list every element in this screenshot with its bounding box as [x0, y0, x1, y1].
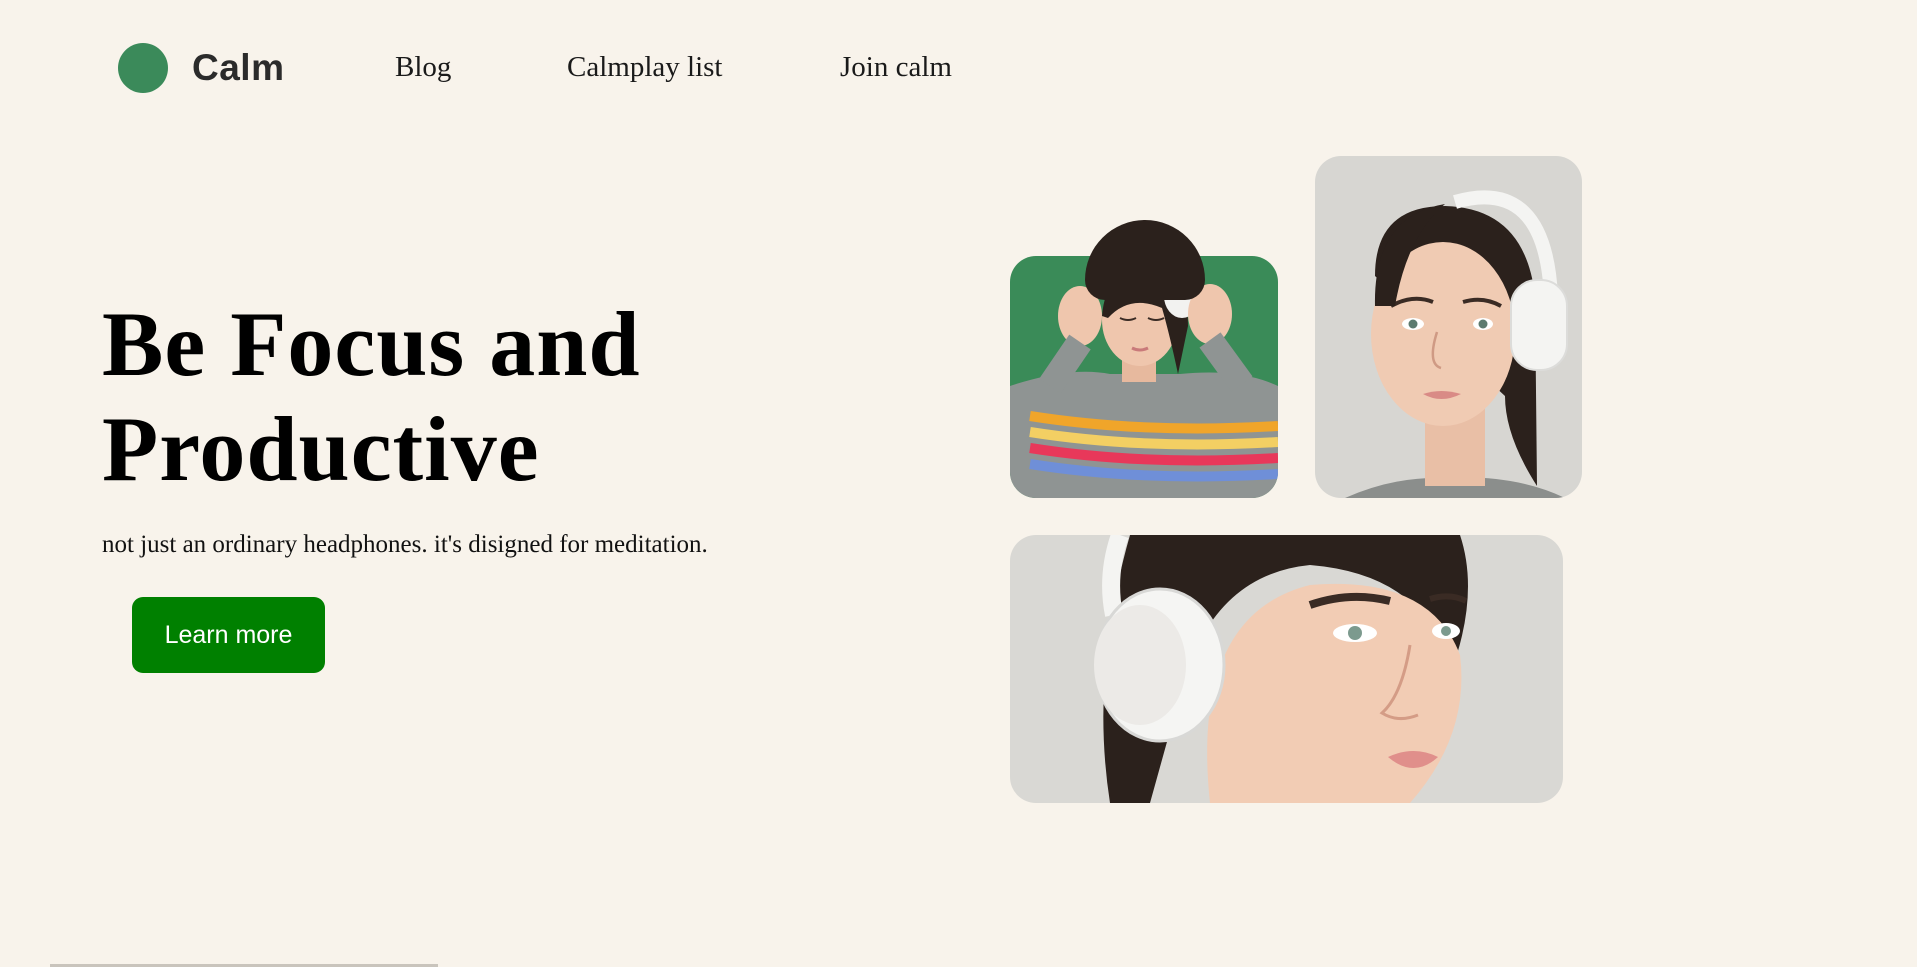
logo-link[interactable]: Calm: [118, 43, 284, 93]
hero-title-line-1: Be Focus and: [102, 293, 641, 395]
photo-woman-profile: [1315, 156, 1582, 498]
hero-subtitle: not just an ordinary headphones. it's di…: [102, 531, 708, 558]
learn-more-button[interactable]: Learn more: [132, 597, 325, 673]
logo-circle-icon: [118, 43, 168, 93]
nav-link-join-calm[interactable]: Join calm: [840, 51, 952, 84]
woman-profile-image: [1345, 190, 1568, 498]
woman-closeup-image: [1094, 535, 1468, 803]
hero-title-line-2: Productive: [102, 398, 540, 500]
nav-link-calmplay-list[interactable]: Calmplay list: [567, 51, 722, 84]
popout-hair-decoration: [1085, 220, 1205, 300]
nav-link-blog[interactable]: Blog: [395, 51, 451, 84]
photo-woman-closeup: [1010, 535, 1563, 803]
logo-text: Calm: [192, 47, 285, 88]
hero-title: Be Focus and Productive: [102, 292, 641, 502]
